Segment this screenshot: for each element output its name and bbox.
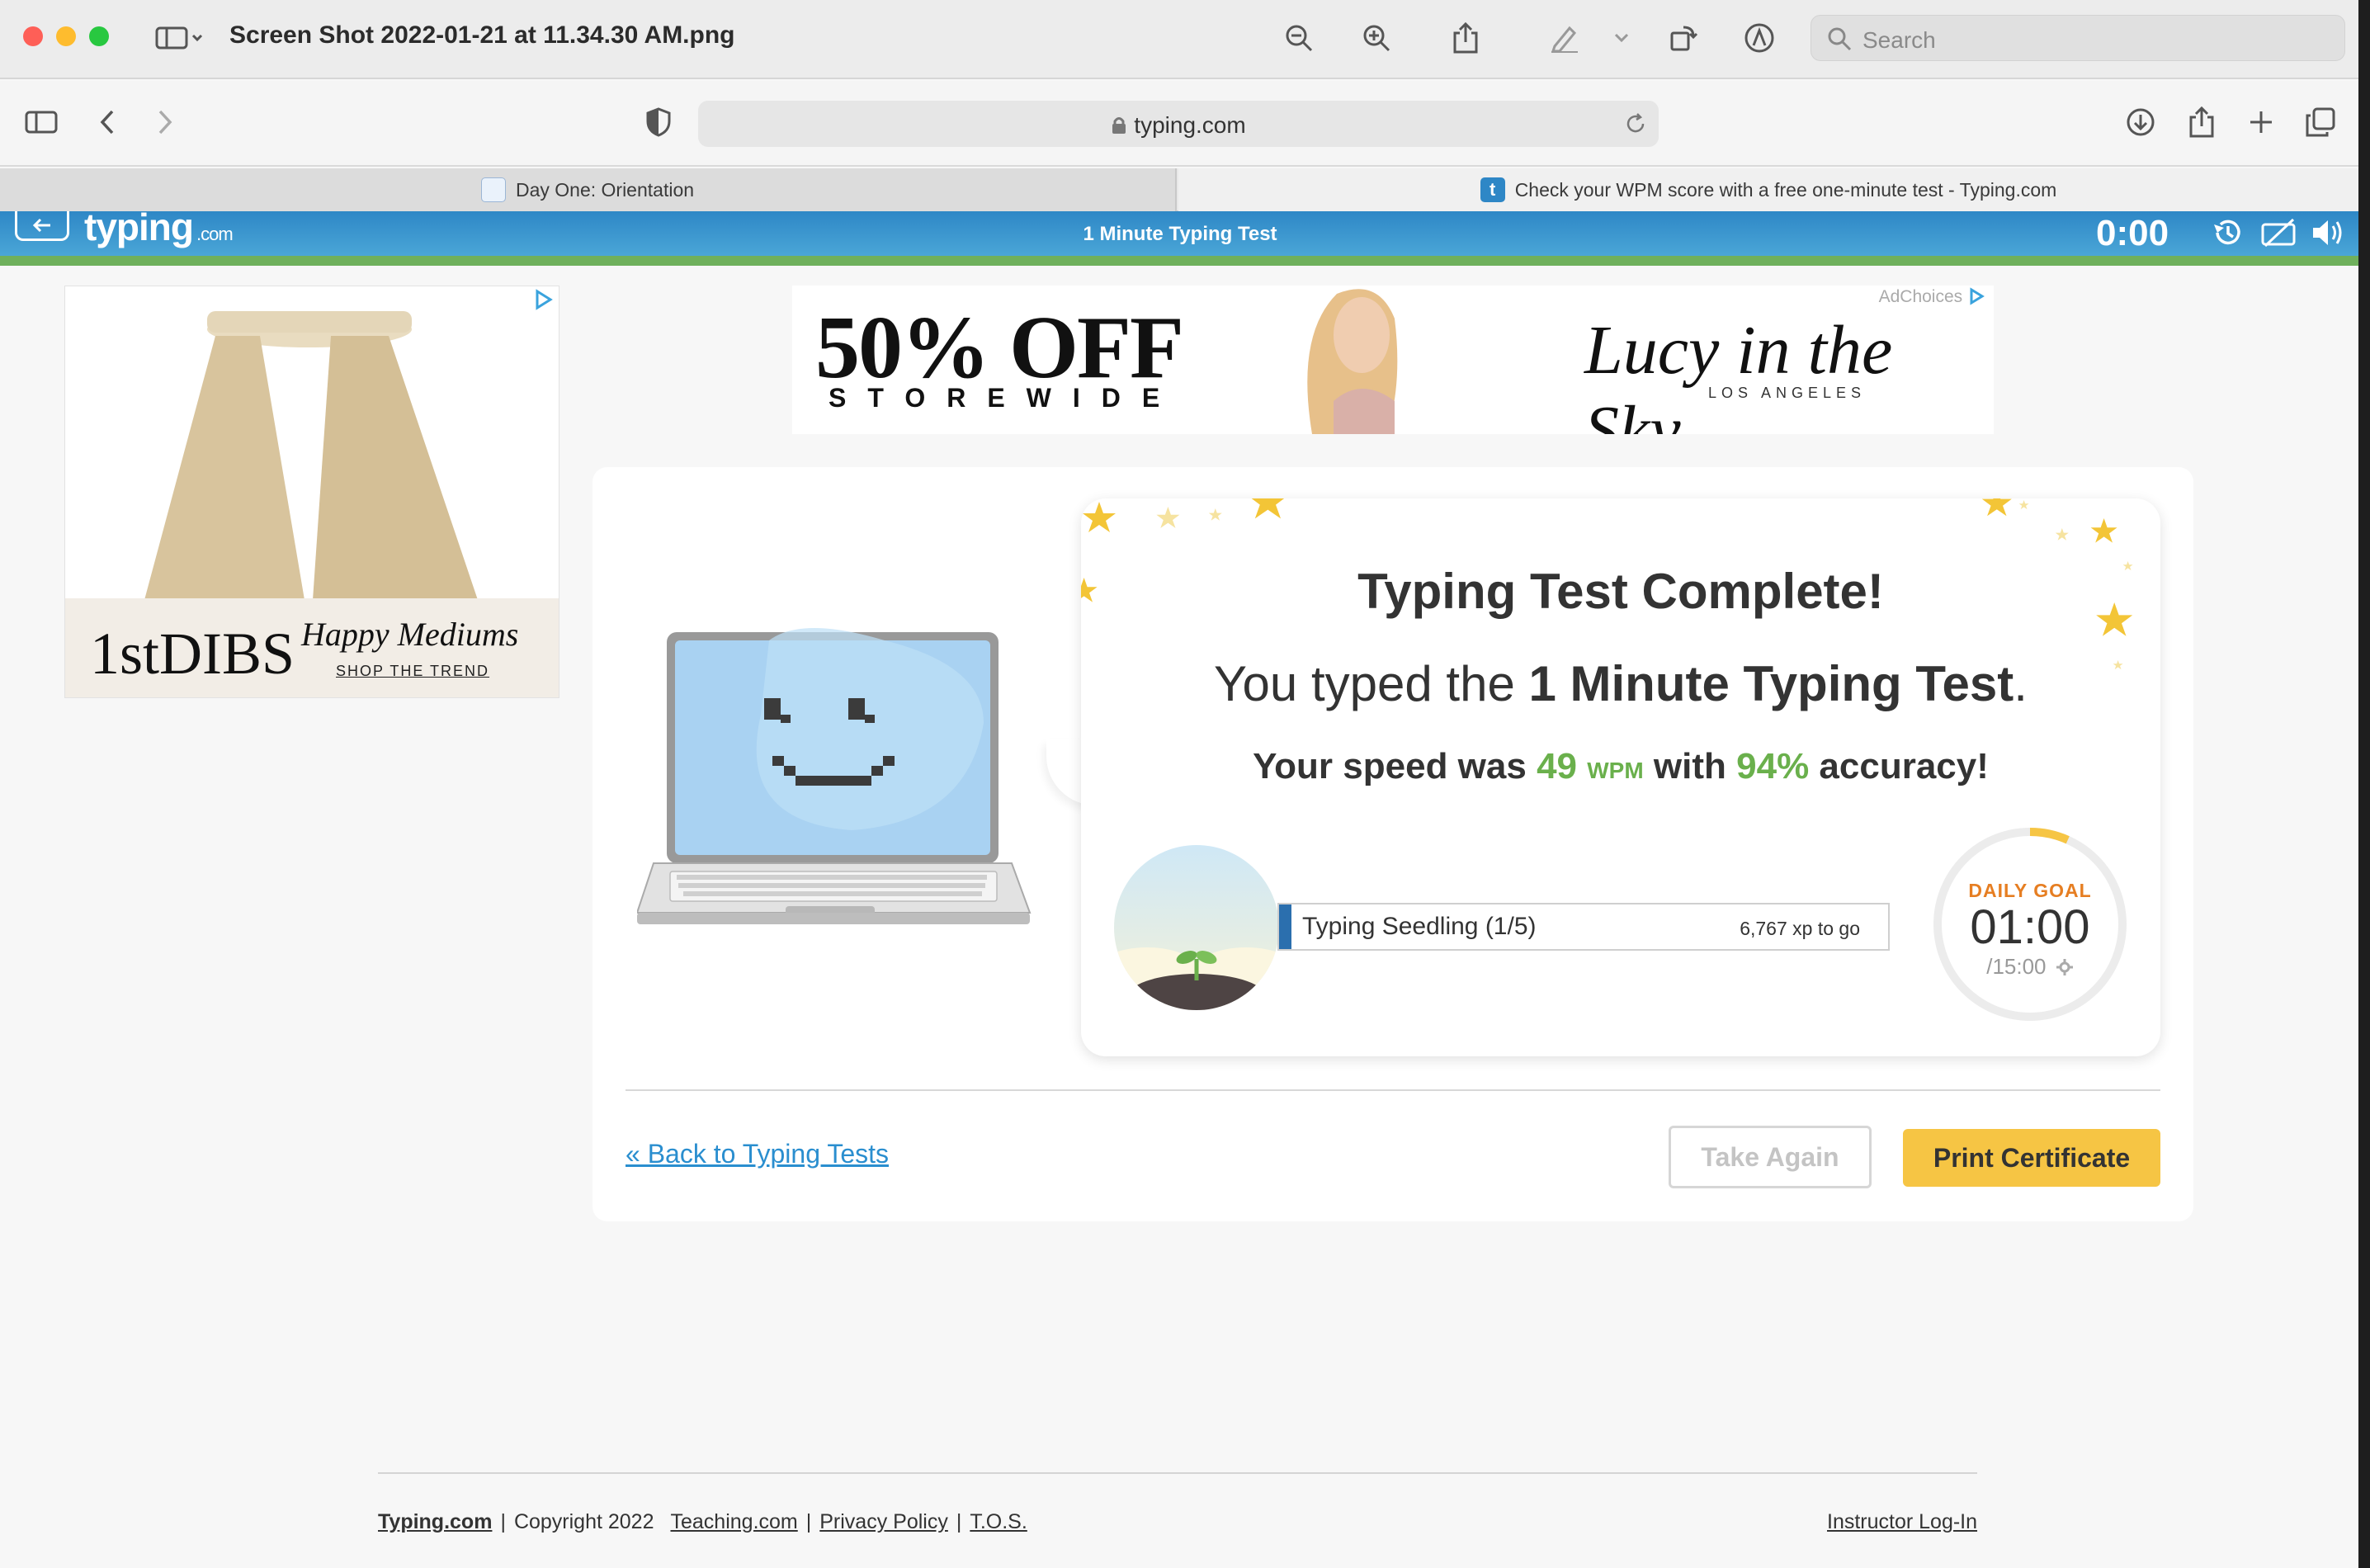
gear-icon[interactable]: [2056, 958, 2074, 976]
seedling-icon: [1114, 947, 1279, 1010]
adchoices-icon: [1970, 287, 1985, 305]
level-name: Typing Seedling (1/5): [1302, 913, 1537, 940]
close-window-button[interactable]: [23, 26, 43, 46]
footer-divider: [378, 1472, 1977, 1474]
typing-favicon-icon: t: [1480, 177, 1505, 202]
back-to-typing-tests-link[interactable]: « Back to Typing Tests: [626, 1139, 889, 1169]
result-speed: Your speed was 49 WPM with 94% accuracy!: [1253, 746, 1989, 786]
address-bar[interactable]: typing.com: [698, 101, 1659, 147]
tab-label: Check your WPM score with a free one-min…: [1514, 178, 2057, 201]
tab-favicon-icon: [480, 177, 506, 202]
footer-link-privacy[interactable]: Privacy Policy: [819, 1510, 948, 1533]
keyboard-off-icon[interactable]: [2258, 213, 2299, 253]
sidebar-toggle-icon[interactable]: [152, 18, 210, 58]
ad-stool-image: [65, 286, 559, 600]
level-progress-bar: Typing Seedling (1/5) 6,767 xp to go: [1277, 903, 1890, 951]
result-summary: Typing Test Complete! You typed the 1 Mi…: [1081, 498, 2160, 1056]
zoom-out-icon[interactable]: [1279, 18, 1319, 58]
footer-link-typing[interactable]: Typing.com: [378, 1510, 492, 1533]
minimize-window-button[interactable]: [56, 26, 76, 46]
zoom-in-icon[interactable]: [1357, 18, 1396, 58]
take-again-button[interactable]: Take Again: [1669, 1126, 1872, 1188]
level-progress-fill: [1279, 904, 1291, 949]
header-back-button[interactable]: [15, 211, 69, 241]
wpm-unit: WPM: [1587, 758, 1644, 783]
daily-goal-widget[interactable]: DAILY GOAL 01:00 /15:00: [1929, 824, 2131, 1025]
search-field[interactable]: Search: [1811, 15, 2345, 61]
zoom-window-button[interactable]: [89, 26, 109, 46]
adchoices-label[interactable]: AdChoices: [1879, 287, 1985, 307]
ad-cta[interactable]: SHOP THE TREND: [336, 663, 489, 680]
daily-goal-total: /15:00: [1929, 954, 2131, 980]
smiling-laptop-illustration: [637, 628, 1032, 924]
reload-icon[interactable]: [1624, 112, 1647, 135]
new-tab-icon[interactable]: [2241, 102, 2281, 142]
ad-footer: 1stDIBS Happy Mediums SHOP THE TREND: [65, 598, 559, 697]
search-placeholder: Search: [1862, 27, 1936, 53]
rotate-icon[interactable]: [1664, 18, 1703, 58]
level-badge: [1114, 845, 1279, 1010]
forward-arrow-icon[interactable]: [149, 102, 182, 142]
accuracy-value: 94%: [1736, 746, 1810, 786]
chevron-down-icon[interactable]: [1609, 18, 1634, 58]
header-accent-strip: [0, 256, 2358, 266]
header-title: 1 Minute Typing Test: [1083, 223, 1277, 245]
site-header: typing .com 1 Minute Typing Test 0:00: [0, 205, 2358, 256]
footer-link-tos[interactable]: T.O.S.: [970, 1510, 1027, 1533]
ad-brand-sub: LOS ANGELES: [1708, 385, 1867, 401]
footer-links: Typing.com | Copyright 2022 Teaching.com | Pr…: [378, 1510, 1027, 1533]
adchoices-icon[interactable]: [532, 288, 555, 311]
ad-top-banner[interactable]: 50% OFF STOREWIDE Lucy in the Sky LOS AN…: [792, 286, 1994, 434]
downloads-icon[interactable]: [2121, 102, 2160, 142]
daily-goal-time: 01:00: [1970, 900, 2090, 954]
ad-left[interactable]: 1stDIBS Happy Mediums SHOP THE TREND: [64, 286, 559, 698]
tab-overview-icon[interactable]: [2301, 102, 2340, 142]
wpm-value: 49: [1537, 746, 1578, 786]
card-divider: [626, 1089, 2160, 1091]
instructor-login-link[interactable]: Instructor Log-In: [1827, 1510, 1977, 1534]
sidebar-icon[interactable]: [21, 102, 61, 142]
typing-logo[interactable]: typing .com: [84, 205, 234, 249]
ad-brand: 1stDIBS: [90, 621, 295, 687]
results-card: Typing Test Complete! You typed the 1 Mi…: [592, 467, 2193, 1221]
share-page-icon[interactable]: [2182, 102, 2221, 142]
result-title: Typing Test Complete!: [1357, 564, 1884, 619]
result-subtitle: You typed the 1 Minute Typing Test.: [1214, 656, 2028, 711]
document-title: Screen Shot 2022-01-21 at 11.34.30 AM.pn…: [229, 21, 735, 49]
share-icon[interactable]: [1446, 18, 1485, 58]
privacy-shield-icon[interactable]: [640, 102, 677, 142]
ad-headline: Happy Mediums: [301, 616, 519, 653]
ad-brand: Lucy in the Sky: [1584, 312, 1893, 434]
level-xp-to-go: 6,767 xp to go: [1740, 918, 1860, 939]
markup-pen-icon[interactable]: [1545, 18, 1584, 58]
markup-icon[interactable]: [1740, 18, 1779, 58]
search-icon: [1828, 27, 1852, 51]
back-arrow-icon[interactable]: [91, 102, 124, 142]
daily-goal-label: DAILY GOAL: [1968, 880, 2092, 901]
history-icon[interactable]: [2208, 213, 2246, 253]
tab-typing-test[interactable]: t Check your WPM score with a free one-m…: [1178, 168, 2358, 211]
url-text: typing.com: [1134, 112, 1246, 138]
lock-icon: [1112, 117, 1126, 134]
copyright: Copyright 2022: [513, 1510, 654, 1533]
ad-model-image: [1307, 289, 1398, 434]
browser-window: Screen Shot 2022-01-21 at 11.34.30 AM.pn…: [0, 0, 2358, 1568]
sound-icon[interactable]: [2307, 213, 2349, 253]
tab-label: Day One: Orientation: [515, 178, 695, 201]
safari-toolbar: typing.com: [0, 81, 2358, 167]
arrow-left-icon: [32, 218, 50, 232]
tab-bar: Day One: Orientation t Check your WPM sc…: [0, 168, 2358, 211]
preview-titlebar: Screen Shot 2022-01-21 at 11.34.30 AM.pn…: [0, 0, 2358, 79]
print-certificate-button[interactable]: Print Certificate: [1903, 1129, 2160, 1187]
footer-link-teaching[interactable]: Teaching.com: [671, 1510, 798, 1533]
test-timer: 0:00: [2096, 213, 2169, 253]
ad-subline: STOREWIDE: [829, 383, 1182, 413]
